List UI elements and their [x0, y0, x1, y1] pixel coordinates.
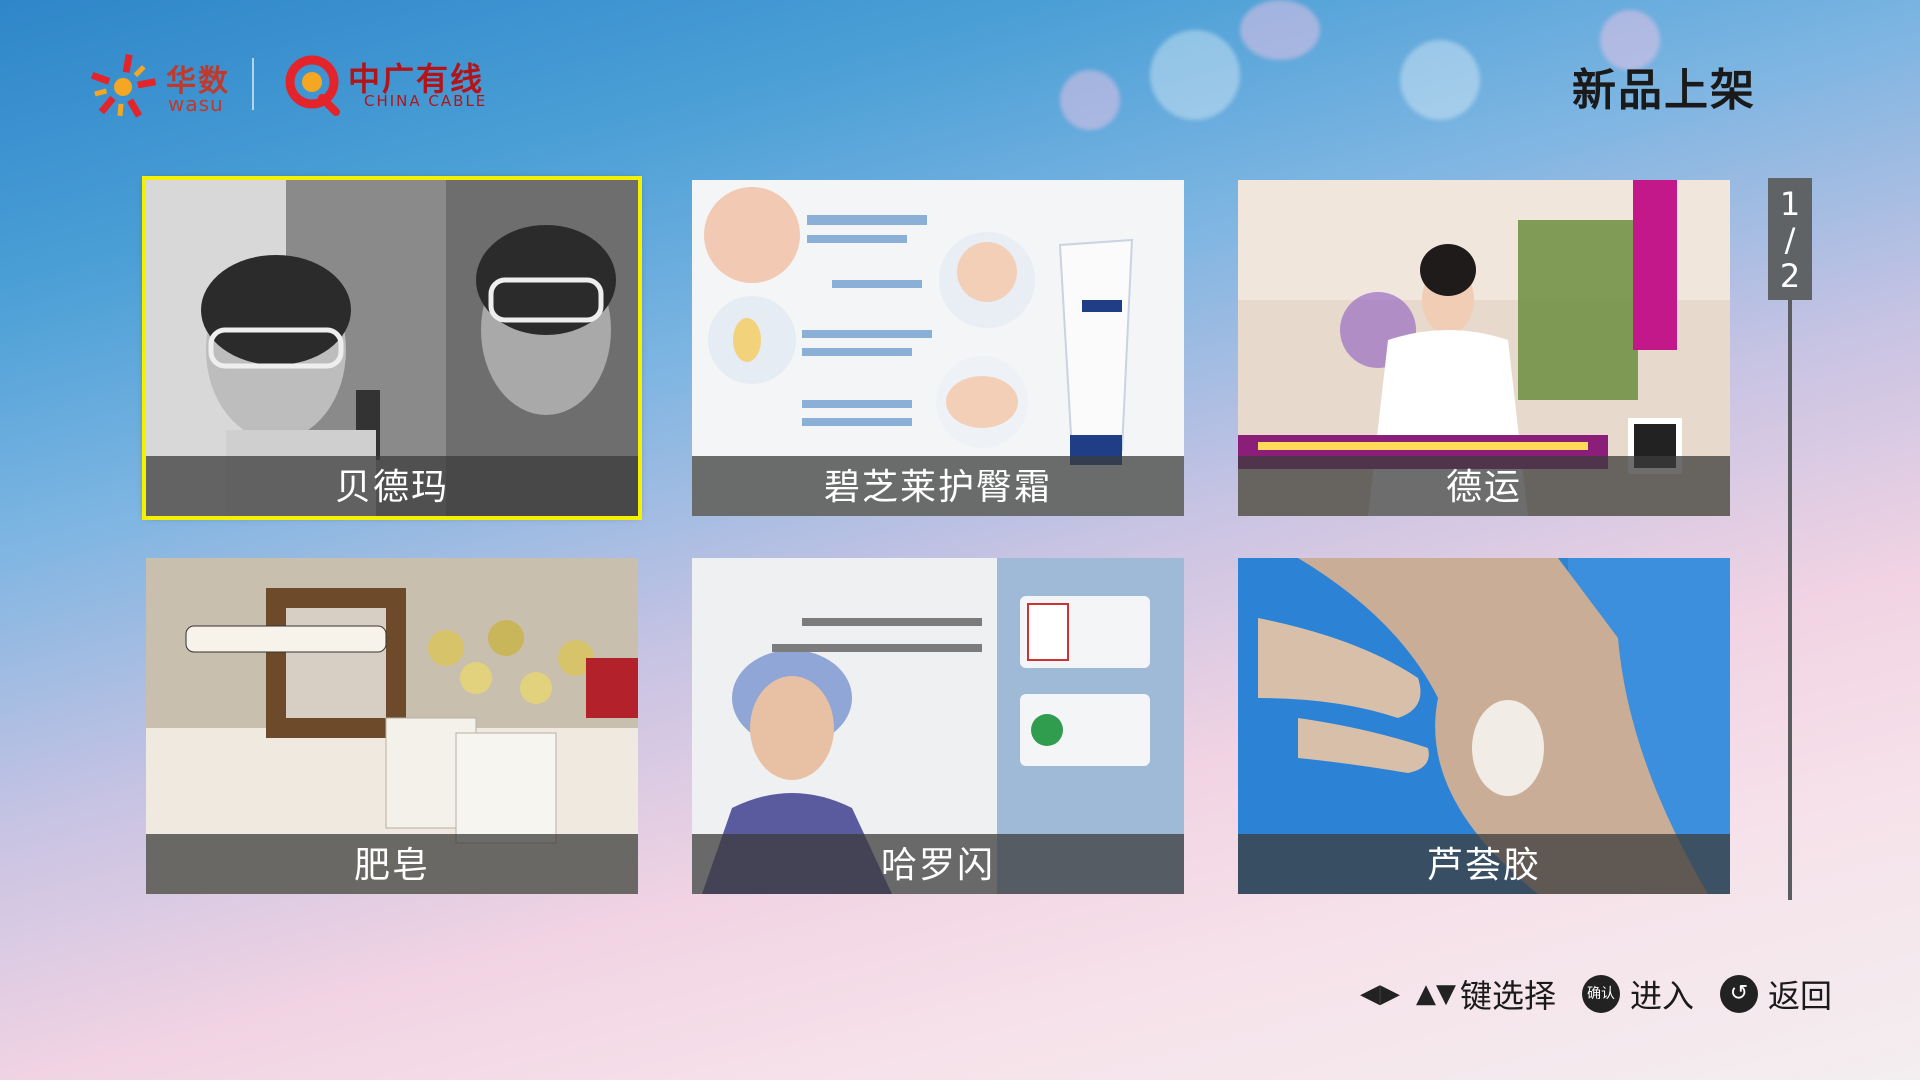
enter-hint: 进入 [1629, 977, 1694, 1015]
tile-deyun[interactable]: 德运 [1238, 180, 1730, 516]
china-cable-q-icon [285, 55, 340, 116]
page-current: 1 [1779, 185, 1801, 223]
remote-hints: ◀▶ ▲▼ 键选择 确认 进入 ↺ 返回 [1360, 970, 1832, 1018]
tile-label: 德运 [1238, 456, 1730, 516]
select-hint: 键选择 [1459, 977, 1556, 1015]
tile-haluoshan[interactable]: 哈罗闪 [692, 558, 1184, 894]
tile-soap[interactable]: 肥皂 [146, 558, 638, 894]
tile-label: 肥皂 [146, 834, 638, 894]
tile-label: 碧芝莱护臀霜 [692, 456, 1184, 516]
bokeh-light [1060, 70, 1120, 130]
logo-divider [252, 58, 254, 110]
tile-aloe-gel[interactable]: 芦荟胶 [1238, 558, 1730, 894]
china-cable-logo: 中广有线 CHINA CABLE [282, 48, 502, 124]
page-title: 新品上架 [1572, 65, 1756, 116]
up-down-arrows-icon: ▲▼ [1415, 979, 1456, 1009]
bokeh-light [1150, 30, 1240, 120]
confirm-icon: 确认 [1581, 975, 1620, 1013]
wasu-star-icon [90, 53, 157, 118]
page-separator: / [1784, 221, 1796, 259]
tile-bizhilai-cream[interactable]: 碧芝莱护臀霜 [692, 180, 1184, 516]
bokeh-light [1400, 40, 1480, 120]
left-right-arrows-icon: ◀▶ [1359, 979, 1400, 1009]
page-indicator: 1 / 2 [1768, 178, 1812, 300]
back-hint: 返回 [1767, 977, 1832, 1015]
china-cable-logo-en: CHINA CABLE [364, 92, 488, 110]
bokeh-light [1240, 0, 1320, 60]
wasu-logo-en: wasu [168, 92, 224, 116]
scroll-track[interactable] [1788, 300, 1792, 900]
back-icon: ↺ [1719, 975, 1758, 1013]
page-total: 2 [1779, 257, 1801, 295]
tile-label: 芦荟胶 [1238, 834, 1730, 894]
tile-beidema[interactable]: 贝德玛 [142, 176, 642, 520]
tile-label: 哈罗闪 [692, 834, 1184, 894]
wasu-logo: 华数 wasu [88, 48, 238, 124]
tile-label: 贝德玛 [146, 456, 638, 516]
